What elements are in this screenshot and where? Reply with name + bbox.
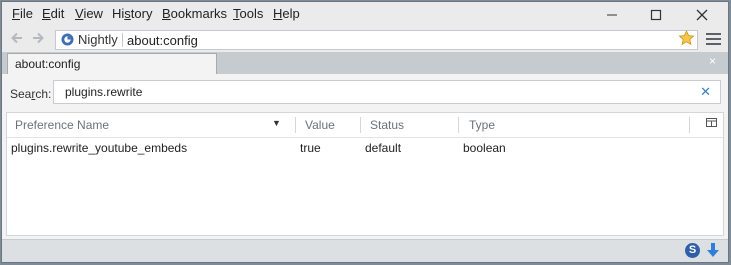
tab-label: about:config [15, 57, 81, 71]
addon-s-icon[interactable]: S [685, 243, 700, 258]
close-window-button[interactable] [682, 4, 722, 26]
column-type[interactable]: Type [469, 118, 495, 132]
column-status[interactable]: Status [370, 118, 404, 132]
navigation-toolbar: Nightly about:config [2, 28, 728, 52]
minimize-icon [607, 14, 617, 16]
table-row[interactable]: plugins.rewrite_youtube_embeds true defa… [7, 141, 723, 159]
hamburger-menu-icon[interactable] [706, 33, 721, 48]
cell-type: boolean [463, 141, 506, 155]
status-bar: S [2, 239, 728, 262]
column-separator[interactable] [458, 117, 459, 133]
menu-help[interactable]: Help [273, 6, 300, 21]
maximize-icon [650, 9, 662, 21]
maximize-button[interactable] [636, 4, 676, 26]
search-input[interactable]: plugins.rewrite ✕ [53, 80, 721, 104]
column-value[interactable]: Value [305, 118, 335, 132]
download-arrow-icon[interactable] [706, 242, 720, 262]
tab-close-icon[interactable]: × [709, 54, 716, 68]
cell-value: true [300, 141, 321, 155]
table-header: Preference Name ▼ Value Status Type [7, 113, 723, 138]
clear-search-icon[interactable]: ✕ [700, 84, 711, 100]
url-bar[interactable]: Nightly about:config [55, 30, 698, 50]
search-value: plugins.rewrite [65, 85, 143, 99]
close-icon [696, 9, 708, 21]
menu-history[interactable]: History [112, 6, 152, 21]
sort-descending-icon[interactable]: ▼ [272, 118, 281, 128]
search-label: Search: [10, 87, 52, 101]
menu-file[interactable]: File [12, 6, 33, 21]
about-config-page: Search: plugins.rewrite ✕ Preference Nam… [2, 74, 728, 240]
forward-arrow-icon[interactable] [31, 31, 45, 49]
column-separator[interactable] [689, 117, 690, 133]
url-text[interactable]: about:config [127, 33, 198, 48]
column-picker-icon[interactable] [706, 117, 717, 131]
cell-status: default [365, 141, 402, 155]
identity-box[interactable]: Nightly [61, 32, 118, 47]
tab-strip: about:config × [2, 52, 728, 74]
tab-about-config[interactable]: about:config [7, 53, 217, 74]
menu-bookmarks[interactable]: Bookmarks [162, 6, 227, 21]
menu-tools[interactable]: Tools [233, 6, 263, 21]
minimize-button[interactable] [592, 4, 632, 26]
menu-edit[interactable]: Edit [42, 6, 64, 21]
back-arrow-icon[interactable] [10, 31, 24, 49]
menu-view[interactable]: View [75, 6, 103, 21]
column-preference-name[interactable]: Preference Name [15, 118, 109, 132]
menu-bar: File Edit View History Bookmarks Tools H… [2, 2, 728, 28]
column-separator[interactable] [360, 117, 361, 133]
bookmark-star-icon[interactable] [678, 30, 695, 51]
globe-icon [61, 33, 74, 46]
cell-preference-name: plugins.rewrite_youtube_embeds [11, 141, 188, 155]
identity-label: Nightly [78, 32, 118, 47]
browser-window: File Edit View History Bookmarks Tools H… [1, 1, 729, 263]
column-separator[interactable] [295, 117, 296, 133]
preferences-table: Preference Name ▼ Value Status Type plug… [6, 112, 724, 236]
url-divider [122, 33, 123, 47]
